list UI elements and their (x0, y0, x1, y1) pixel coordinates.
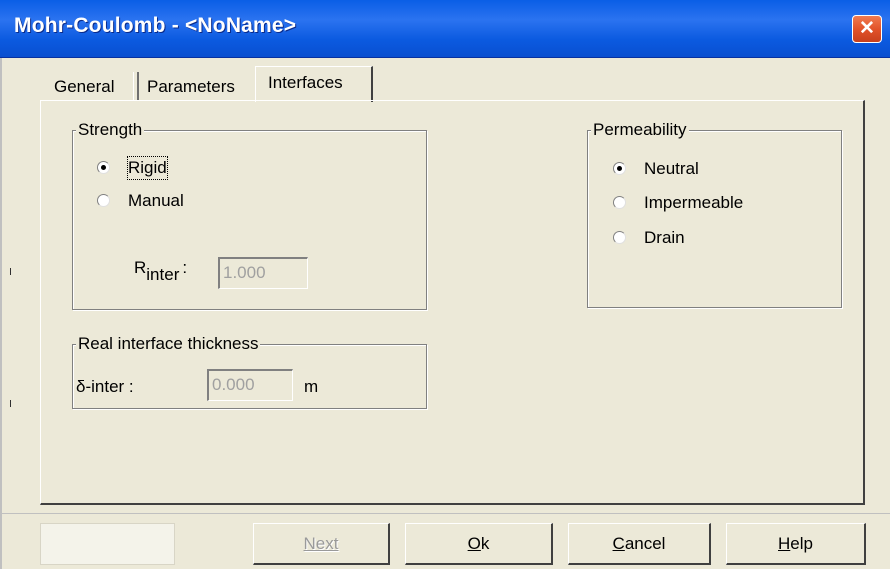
radio-impermeable[interactable]: Impermeable (613, 192, 773, 214)
radio-impermeable-label: Impermeable (644, 193, 744, 212)
thickness-unit: m (304, 377, 319, 396)
radio-drain[interactable]: Drain (613, 227, 773, 249)
button-bar-divider (0, 513, 890, 514)
close-button[interactable]: ✕ (852, 15, 882, 43)
rinter-label: Rinter: (134, 258, 187, 285)
help-button-label: elp (790, 534, 813, 553)
tab-general-label: General (54, 77, 115, 96)
edge-tick (10, 400, 11, 407)
radio-rigid[interactable]: Rigid (97, 156, 217, 180)
tab-interfaces-label: Interfaces (268, 73, 343, 92)
tab-general[interactable]: General (54, 72, 114, 102)
window-left-edge (0, 58, 2, 569)
delta-inter-label: δ-inter : (76, 377, 134, 396)
blank-button (40, 523, 175, 565)
radio-drain-indicator (613, 231, 626, 244)
next-button-label: Next (303, 534, 339, 553)
help-button-accel: H (778, 534, 791, 553)
radio-impermeable-indicator (613, 196, 626, 209)
radio-manual-label: Manual (128, 191, 184, 210)
cancel-button-label: ancel (624, 534, 666, 553)
radio-manual-indicator (97, 194, 110, 207)
window-title: Mohr-Coulomb - <NoName> (14, 14, 297, 37)
ok-button[interactable]: Ok (405, 523, 553, 565)
rinter-label-sub: inter (146, 265, 180, 284)
tab-parameters-label: Parameters (147, 77, 235, 96)
radio-manual[interactable]: Manual (97, 190, 217, 212)
ok-button-label: k (480, 534, 490, 553)
edge-tick (10, 268, 11, 275)
radio-neutral-label: Neutral (644, 159, 699, 178)
ok-button-accel: O (467, 534, 481, 553)
tab-separator (133, 72, 139, 100)
rinter-label-colon: : (182, 258, 188, 277)
title-bar[interactable]: Mohr-Coulomb - <NoName> ✕ (0, 0, 890, 58)
permeability-legend: Permeability (591, 120, 689, 140)
strength-legend: Strength (76, 120, 145, 140)
thickness-legend: Real interface thickness (76, 334, 261, 354)
delta-inter-input[interactable]: 0.000 (207, 369, 293, 401)
radio-rigid-indicator (97, 161, 110, 174)
next-button[interactable]: Next (253, 523, 390, 565)
tab-parameters[interactable]: Parameters (147, 72, 235, 102)
help-button[interactable]: Help (726, 523, 866, 565)
rinter-label-main: R (134, 258, 147, 277)
rinter-input[interactable]: 1.000 (218, 257, 308, 289)
radio-neutral-indicator (613, 162, 626, 175)
radio-drain-label: Drain (644, 228, 685, 247)
radio-neutral[interactable]: Neutral (613, 158, 773, 180)
radio-rigid-label: Rigid (127, 156, 168, 180)
close-icon: ✕ (859, 18, 875, 39)
cancel-button[interactable]: Cancel (568, 523, 711, 565)
permeability-group: Permeability (587, 120, 842, 308)
cancel-button-accel: C (612, 534, 625, 553)
